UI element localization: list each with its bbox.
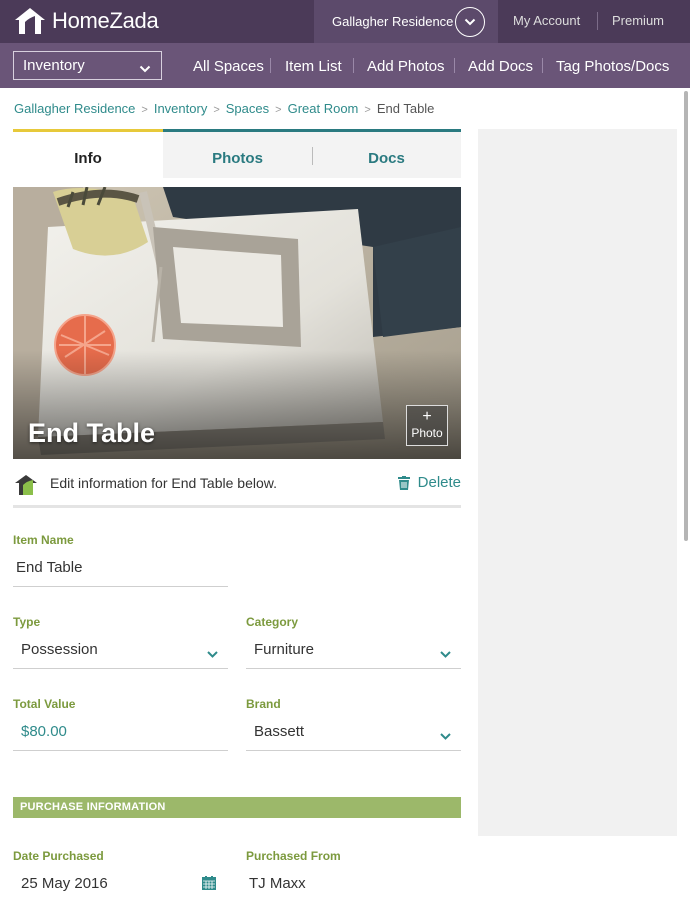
divider — [542, 58, 543, 73]
breadcrumb-residence[interactable]: Gallagher Residence — [14, 101, 135, 116]
purchased-from-field[interactable]: TJ Maxx — [246, 863, 461, 903]
house-logo-icon — [15, 8, 45, 34]
chevron-down-icon[interactable] — [455, 7, 485, 37]
total-value-value: $80.00 — [21, 723, 67, 740]
item-tabs: Info Photos Docs — [13, 129, 461, 178]
purchased-from-label: Purchased From — [246, 849, 341, 863]
brand-select[interactable]: Bassett — [246, 711, 461, 751]
purchased-from-value: TJ Maxx — [249, 875, 306, 892]
residence-name: Gallagher Residence — [332, 14, 454, 29]
homezada-edit-icon — [13, 473, 39, 502]
date-purchased-field[interactable]: 25 May 2016 — [13, 863, 228, 903]
item-photo: End Table + Photo — [13, 187, 461, 459]
category-select[interactable]: Furniture — [246, 629, 461, 669]
nav-item-list[interactable]: Item List — [285, 58, 342, 75]
type-select[interactable]: Possession — [13, 629, 228, 669]
total-value-label: Total Value — [13, 697, 76, 711]
edit-info-message: Edit information for End Table below. — [50, 475, 277, 491]
breadcrumb-current: End Table — [376, 101, 435, 116]
nav-tag-photos-docs[interactable]: Tag Photos/Docs — [556, 58, 669, 75]
breadcrumb: Gallagher Residence > Inventory > Spaces > Gre… — [14, 101, 434, 116]
brand-label: Brand — [246, 697, 281, 711]
tab-docs[interactable]: Docs — [312, 129, 461, 178]
breadcrumb-separator: > — [141, 104, 148, 116]
brand-value: Bassett — [254, 723, 305, 740]
category-label: Category — [246, 615, 299, 629]
breadcrumb-spaces[interactable]: Spaces — [226, 101, 269, 116]
date-purchased-label: Date Purchased — [13, 849, 104, 863]
residence-selector[interactable]: Gallagher Residence — [314, 0, 498, 43]
breadcrumb-separator: > — [364, 104, 371, 116]
scrollbar[interactable] — [684, 91, 688, 541]
nav-add-photos[interactable]: Add Photos — [367, 58, 445, 75]
section-dropdown[interactable]: Inventory — [13, 51, 162, 80]
add-photo-button[interactable]: + Photo — [406, 405, 448, 446]
divider — [312, 147, 313, 165]
nav-all-spaces[interactable]: All Spaces — [193, 58, 264, 75]
brand-name: HomeZada — [52, 8, 159, 33]
top-header: HomeZada Gallagher Residence My Account … — [0, 0, 690, 43]
item-name-value: End Table — [16, 559, 83, 576]
premium-link[interactable]: Premium — [612, 13, 664, 28]
plus-icon: + — [422, 408, 432, 425]
section-dropdown-value: Inventory — [23, 57, 85, 74]
divider — [353, 58, 354, 73]
total-value-field[interactable]: $80.00 — [13, 711, 228, 751]
breadcrumb-separator: > — [275, 104, 282, 116]
nav-add-docs[interactable]: Add Docs — [468, 58, 533, 75]
edit-info-row: Edit information for End Table below. De… — [13, 470, 461, 508]
tab-info[interactable]: Info — [13, 129, 163, 178]
item-name-field[interactable]: End Table — [13, 547, 228, 587]
date-purchased-value: 25 May 2016 — [21, 875, 108, 892]
divider — [597, 12, 598, 30]
breadcrumb-great-room[interactable]: Great Room — [288, 101, 359, 116]
my-account-link[interactable]: My Account — [513, 13, 580, 28]
chevron-down-icon — [440, 645, 451, 662]
homezada-logo[interactable]: HomeZada — [13, 6, 159, 36]
breadcrumb-separator: > — [213, 104, 220, 116]
delete-label: Delete — [417, 474, 461, 491]
chevron-down-icon — [139, 60, 151, 77]
purchase-information-header: PURCHASE INFORMATION — [13, 797, 461, 818]
chevron-down-icon — [207, 645, 218, 662]
delete-button[interactable]: Delete — [397, 474, 461, 491]
category-value: Furniture — [254, 641, 315, 658]
section-nav: Inventory All Spaces Item List Add Photo… — [0, 43, 690, 88]
side-panel — [478, 129, 677, 836]
calendar-icon[interactable] — [202, 876, 216, 894]
type-value: Possession — [21, 641, 98, 658]
type-label: Type — [13, 615, 41, 629]
breadcrumb-inventory[interactable]: Inventory — [154, 101, 207, 116]
add-photo-label: Photo — [411, 426, 443, 440]
tab-photos[interactable]: Photos — [163, 129, 312, 178]
chevron-down-icon — [440, 727, 451, 744]
item-name-label: Item Name — [13, 533, 74, 547]
item-title: End Table — [28, 418, 156, 448]
divider — [454, 58, 455, 73]
divider — [270, 58, 271, 73]
trash-icon — [397, 475, 410, 490]
